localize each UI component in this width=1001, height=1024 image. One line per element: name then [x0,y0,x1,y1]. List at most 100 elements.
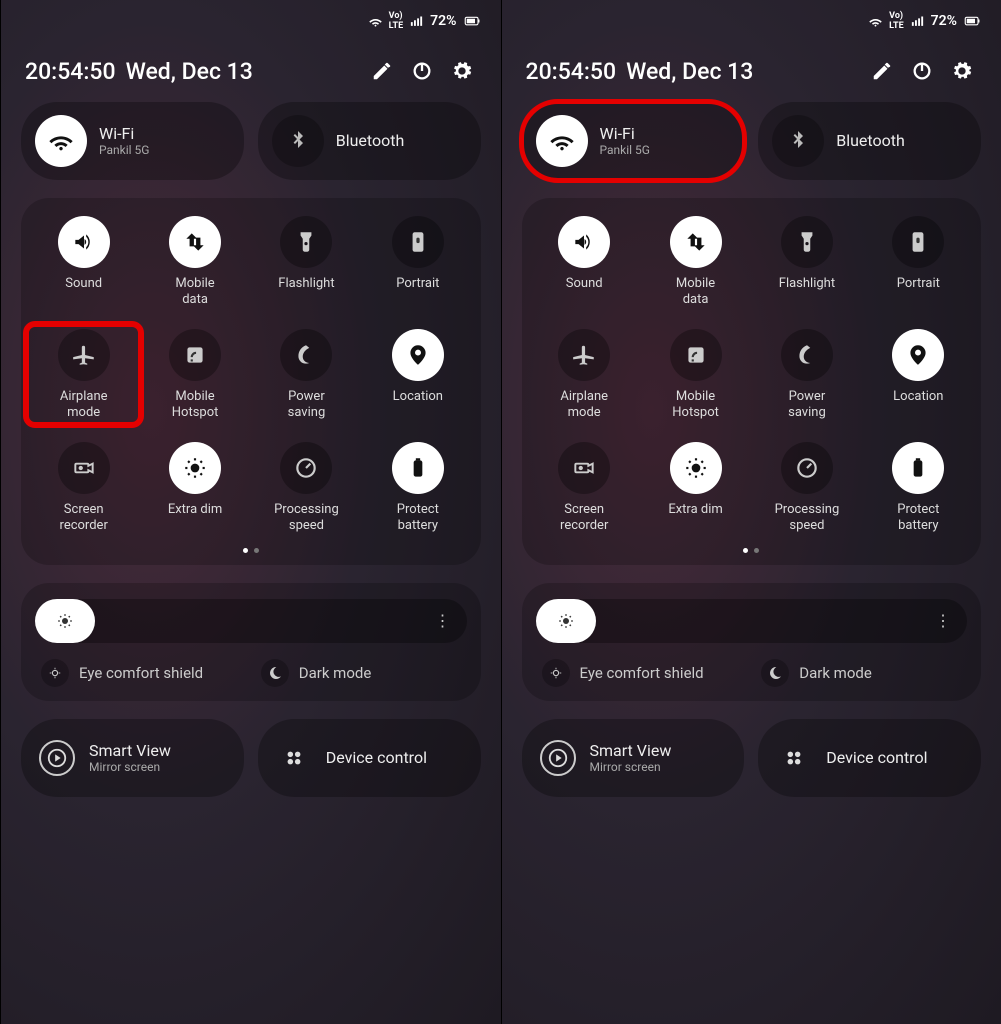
bottom-row: Smart View Mirror screen Device control [522,719,982,797]
tile-panel: Sound Mobile data Flashlight Portrait [21,198,481,565]
smart-view-button[interactable]: Smart View Mirror screen [21,719,244,797]
tile-grid: Sound Mobile data Flashlight Portrait [532,216,972,534]
bottom-row: Smart View Mirror screen Device control [21,719,481,797]
tile-label: Sound [566,276,603,292]
volte-icon: Vo)LTE [389,11,404,31]
bluetooth-pill[interactable]: Bluetooth [758,102,981,180]
device-control-button[interactable]: Device control [258,719,481,797]
tile-sound[interactable]: Sound [31,216,136,307]
tile-flashlight[interactable]: Flashlight [754,216,859,307]
tile-portrait[interactable]: Portrait [365,216,470,307]
volume-icon [58,216,110,268]
signal-icon [910,14,925,29]
clock: 20:54:50 [25,58,116,85]
eye-comfort-toggle[interactable]: Eye comfort shield [41,659,241,687]
flashlight-icon [781,216,833,268]
grid-icon [776,740,812,776]
status-bar: Vo)LTE 72% [522,8,982,34]
tile-extra-dim[interactable]: Extra dim [643,442,748,533]
dark-mode-toggle[interactable]: Dark mode [761,659,961,687]
tile-processing-speed[interactable]: Processing speed [754,442,859,533]
tile-protect-battery[interactable]: Protect battery [365,442,470,533]
header-row: 20:54:50 Wed, Dec 13 [25,56,477,86]
tile-label: Screen recorder [60,502,108,533]
tile-protect-battery[interactable]: Protect battery [866,442,971,533]
settings-button[interactable] [947,56,977,86]
brightness-slider[interactable]: ⋮ [536,599,968,643]
wifi-subtitle: Pankil 5G [600,143,650,157]
edit-button[interactable] [867,56,897,86]
tile-processing-speed[interactable]: Processing speed [254,442,359,533]
tile-portrait[interactable]: Portrait [866,216,971,307]
smart-view-button[interactable]: Smart View Mirror screen [522,719,745,797]
portrait-icon [392,216,444,268]
shieldbat-icon [892,442,944,494]
dot-1 [743,548,748,553]
device-control-button[interactable]: Device control [758,719,981,797]
moon-icon [261,659,289,687]
sun-icon [56,612,74,630]
bluetooth-label: Bluetooth [336,132,405,150]
tile-airplane-mode[interactable]: Airplane mode [31,329,136,420]
tile-label: Portrait [897,276,940,292]
tile-screen-recorder[interactable]: Screen recorder [532,442,637,533]
settings-button[interactable] [447,56,477,86]
date: Wed, Dec 13 [126,58,357,85]
tile-label: Mobile data [175,276,214,307]
tile-sound[interactable]: Sound [532,216,637,307]
bluetooth-pill[interactable]: Bluetooth [258,102,481,180]
dark-label: Dark mode [299,664,372,682]
grid-icon [276,740,312,776]
quick-settings-panel: Vo)LTE 72% 20:54:50 Wed, Dec 13 Wi-Fi Pa… [0,0,501,1024]
tile-mobile-data[interactable]: Mobile data [142,216,247,307]
dot-2 [254,548,259,553]
edit-button[interactable] [367,56,397,86]
tile-mobile-hotspot[interactable]: Mobile Hotspot [142,329,247,420]
location-icon [892,329,944,381]
tile-location[interactable]: Location [365,329,470,420]
power-button[interactable] [407,56,437,86]
tile-label: Power saving [788,389,826,420]
tile-mobile-data[interactable]: Mobile data [643,216,748,307]
dot-2 [754,548,759,553]
dim-icon [169,442,221,494]
brightness-fill [536,599,596,643]
tile-label: Mobile Hotspot [672,389,719,420]
tile-airplane-mode[interactable]: Airplane mode [532,329,637,420]
tile-label: Power saving [288,389,326,420]
battery-icon [963,12,981,30]
eye-label: Eye comfort shield [79,664,203,682]
power-button[interactable] [907,56,937,86]
flashlight-icon [280,216,332,268]
tile-screen-recorder[interactable]: Screen recorder [31,442,136,533]
tile-extra-dim[interactable]: Extra dim [142,442,247,533]
bluetooth-label: Bluetooth [836,132,905,150]
dark-mode-toggle[interactable]: Dark mode [261,659,461,687]
tile-power-saving[interactable]: Power saving [754,329,859,420]
wifi-pill[interactable]: Wi-Fi Pankil 5G [522,102,745,180]
tile-label: Extra dim [168,502,222,518]
brightness-slider[interactable]: ⋮ [35,599,467,643]
tile-flashlight[interactable]: Flashlight [254,216,359,307]
quick-settings-panel: Vo)LTE 72% 20:54:50 Wed, Dec 13 Wi-Fi Pa… [501,0,1001,1024]
slider-menu-icon[interactable]: ⋮ [935,611,953,630]
tile-label: Portrait [396,276,439,292]
status-bar: Vo)LTE 72% [21,8,481,34]
smart-view-label: Smart View [590,741,672,760]
tile-label: Processing speed [274,502,339,533]
airplane-icon [58,329,110,381]
shieldbat-icon [392,442,444,494]
sun-icon [557,612,575,630]
tile-mobile-hotspot[interactable]: Mobile Hotspot [643,329,748,420]
wifi-status-icon [368,14,383,29]
eye-comfort-toggle[interactable]: Eye comfort shield [542,659,742,687]
header-row: 20:54:50 Wed, Dec 13 [526,56,978,86]
slider-menu-icon[interactable]: ⋮ [435,611,453,630]
brightness-panel: ⋮ Eye comfort shield Dark mode [522,583,982,701]
eye-label: Eye comfort shield [580,664,704,682]
tile-power-saving[interactable]: Power saving [254,329,359,420]
device-control-label: Device control [326,748,427,767]
tile-location[interactable]: Location [866,329,971,420]
wifi-pill[interactable]: Wi-Fi Pankil 5G [21,102,244,180]
swap-icon [169,216,221,268]
